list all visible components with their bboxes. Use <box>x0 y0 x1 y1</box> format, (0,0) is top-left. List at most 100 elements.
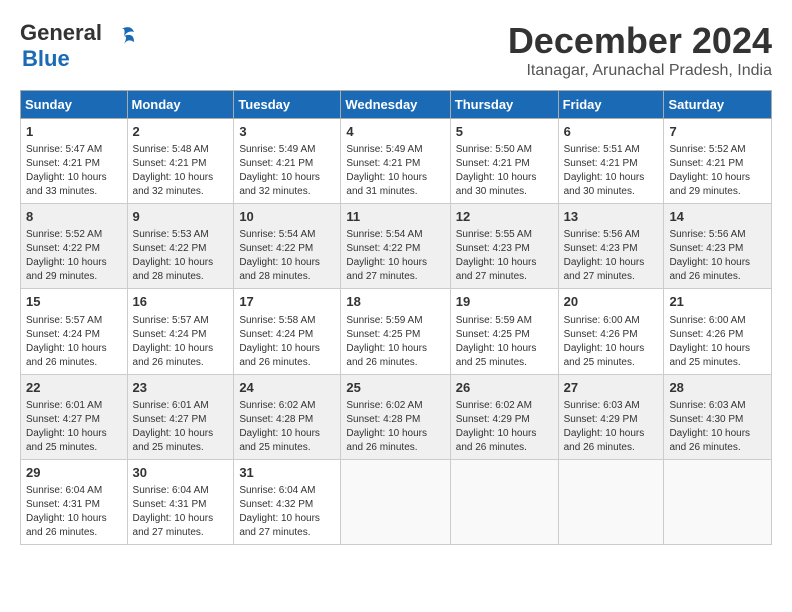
day-number: 23 <box>133 379 229 397</box>
day-info: Sunrise: 5:49 AM <box>346 143 444 157</box>
day-info: Sunrise: 5:53 AM <box>133 228 229 242</box>
day-info: Sunrise: 6:03 AM <box>564 399 659 413</box>
calendar-cell: 6Sunrise: 5:51 AMSunset: 4:21 PMDaylight… <box>558 119 664 204</box>
day-info: Sunset: 4:22 PM <box>133 242 229 256</box>
day-number: 16 <box>133 293 229 311</box>
day-info: Sunset: 4:22 PM <box>346 242 444 256</box>
calendar-cell <box>664 459 772 544</box>
calendar-cell: 29Sunrise: 6:04 AMSunset: 4:31 PMDayligh… <box>21 459 128 544</box>
day-number: 24 <box>239 379 335 397</box>
day-info: Sunrise: 6:00 AM <box>669 314 766 328</box>
day-info: Sunrise: 5:51 AM <box>564 143 659 157</box>
calendar-cell: 2Sunrise: 5:48 AMSunset: 4:21 PMDaylight… <box>127 119 234 204</box>
day-info: Daylight: 10 hours and 29 minutes. <box>669 171 766 199</box>
calendar-cell <box>558 459 664 544</box>
day-info: Daylight: 10 hours and 30 minutes. <box>456 171 553 199</box>
header: General Blue December 2024 Itanagar, Aru… <box>20 20 772 80</box>
day-number: 13 <box>564 208 659 226</box>
weekday-header: Friday <box>558 91 664 119</box>
logo: General Blue <box>20 20 136 72</box>
calendar-cell: 13Sunrise: 5:56 AMSunset: 4:23 PMDayligh… <box>558 204 664 289</box>
day-number: 19 <box>456 293 553 311</box>
day-info: Sunrise: 6:01 AM <box>26 399 122 413</box>
day-number: 31 <box>239 464 335 482</box>
day-info: Sunset: 4:24 PM <box>133 328 229 342</box>
day-info: Daylight: 10 hours and 27 minutes. <box>456 256 553 284</box>
day-number: 5 <box>456 123 553 141</box>
calendar-cell: 28Sunrise: 6:03 AMSunset: 4:30 PMDayligh… <box>664 374 772 459</box>
day-info: Daylight: 10 hours and 25 minutes. <box>456 342 553 370</box>
day-info: Sunset: 4:21 PM <box>26 157 122 171</box>
day-number: 11 <box>346 208 444 226</box>
day-info: Sunset: 4:21 PM <box>239 157 335 171</box>
calendar-cell: 25Sunrise: 6:02 AMSunset: 4:28 PMDayligh… <box>341 374 450 459</box>
day-info: Daylight: 10 hours and 26 minutes. <box>456 427 553 455</box>
day-info: Sunrise: 5:47 AM <box>26 143 122 157</box>
day-number: 30 <box>133 464 229 482</box>
day-info: Sunset: 4:23 PM <box>669 242 766 256</box>
day-info: Sunset: 4:24 PM <box>239 328 335 342</box>
day-number: 12 <box>456 208 553 226</box>
day-info: Sunset: 4:25 PM <box>456 328 553 342</box>
day-info: Sunset: 4:21 PM <box>346 157 444 171</box>
calendar-cell: 31Sunrise: 6:04 AMSunset: 4:32 PMDayligh… <box>234 459 341 544</box>
day-info: Sunrise: 5:50 AM <box>456 143 553 157</box>
day-info: Daylight: 10 hours and 26 minutes. <box>133 342 229 370</box>
day-info: Sunset: 4:29 PM <box>456 413 553 427</box>
calendar-week-row: 1Sunrise: 5:47 AMSunset: 4:21 PMDaylight… <box>21 119 772 204</box>
day-number: 1 <box>26 123 122 141</box>
day-info: Daylight: 10 hours and 25 minutes. <box>133 427 229 455</box>
day-info: Daylight: 10 hours and 26 minutes. <box>26 512 122 540</box>
day-info: Sunset: 4:26 PM <box>669 328 766 342</box>
day-number: 6 <box>564 123 659 141</box>
day-info: Daylight: 10 hours and 27 minutes. <box>564 256 659 284</box>
calendar-week-row: 29Sunrise: 6:04 AMSunset: 4:31 PMDayligh… <box>21 459 772 544</box>
day-info: Sunrise: 5:58 AM <box>239 314 335 328</box>
day-info: Sunrise: 5:57 AM <box>133 314 229 328</box>
day-info: Sunrise: 5:59 AM <box>456 314 553 328</box>
day-info: Daylight: 10 hours and 26 minutes. <box>239 342 335 370</box>
logo-text: General Blue <box>20 20 102 72</box>
day-info: Daylight: 10 hours and 26 minutes. <box>346 342 444 370</box>
calendar-cell: 19 Sunrise: 5:59 AMSunset: 4:25 PMDayligh… <box>450 289 558 374</box>
day-info: Daylight: 10 hours and 33 minutes. <box>26 171 122 199</box>
day-info: Sunset: 4:29 PM <box>564 413 659 427</box>
calendar-cell: 26Sunrise: 6:02 AMSunset: 4:29 PMDayligh… <box>450 374 558 459</box>
calendar-week-row: 8Sunrise: 5:52 AMSunset: 4:22 PMDaylight… <box>21 204 772 289</box>
day-number: 27 <box>564 379 659 397</box>
day-info: Sunrise: 5:56 AM <box>669 228 766 242</box>
weekday-header: Thursday <box>450 91 558 119</box>
day-info: Sunset: 4:25 PM <box>346 328 444 342</box>
calendar-cell: 20Sunrise: 6:00 AMSunset: 4:26 PMDayligh… <box>558 289 664 374</box>
day-number: 26 <box>456 379 553 397</box>
day-info: Sunset: 4:28 PM <box>239 413 335 427</box>
day-info: Sunset: 4:21 PM <box>456 157 553 171</box>
day-info: Daylight: 10 hours and 27 minutes. <box>346 256 444 284</box>
weekday-header: Sunday <box>21 91 128 119</box>
day-info: Sunrise: 5:57 AM <box>26 314 122 328</box>
day-info: Daylight: 10 hours and 30 minutes. <box>564 171 659 199</box>
day-info: Sunset: 4:26 PM <box>564 328 659 342</box>
calendar-cell: 27Sunrise: 6:03 AMSunset: 4:29 PMDayligh… <box>558 374 664 459</box>
day-info: Daylight: 10 hours and 28 minutes. <box>239 256 335 284</box>
day-info: Sunrise: 5:56 AM <box>564 228 659 242</box>
day-number: 2 <box>133 123 229 141</box>
calendar-table: SundayMondayTuesdayWednesdayThursdayFrid… <box>20 90 772 545</box>
calendar-cell: 11Sunrise: 5:54 AMSunset: 4:22 PMDayligh… <box>341 204 450 289</box>
day-info: Sunset: 4:31 PM <box>26 498 122 512</box>
day-info: Daylight: 10 hours and 32 minutes. <box>133 171 229 199</box>
day-info: Sunrise: 6:00 AM <box>564 314 659 328</box>
title-area: December 2024 Itanagar, Arunachal Prades… <box>508 20 772 80</box>
calendar-cell: 7Sunrise: 5:52 AMSunset: 4:21 PMDaylight… <box>664 119 772 204</box>
calendar-cell: 12Sunrise: 5:55 AMSunset: 4:23 PMDayligh… <box>450 204 558 289</box>
calendar-cell <box>341 459 450 544</box>
day-info: Daylight: 10 hours and 27 minutes. <box>133 512 229 540</box>
day-info: Sunset: 4:27 PM <box>26 413 122 427</box>
day-info: Daylight: 10 hours and 26 minutes. <box>346 427 444 455</box>
day-info: Sunset: 4:31 PM <box>133 498 229 512</box>
weekday-header: Tuesday <box>234 91 341 119</box>
day-info: Sunrise: 6:04 AM <box>239 484 335 498</box>
day-info: Sunset: 4:32 PM <box>239 498 335 512</box>
day-number: 9 <box>133 208 229 226</box>
day-info: Sunset: 4:21 PM <box>133 157 229 171</box>
